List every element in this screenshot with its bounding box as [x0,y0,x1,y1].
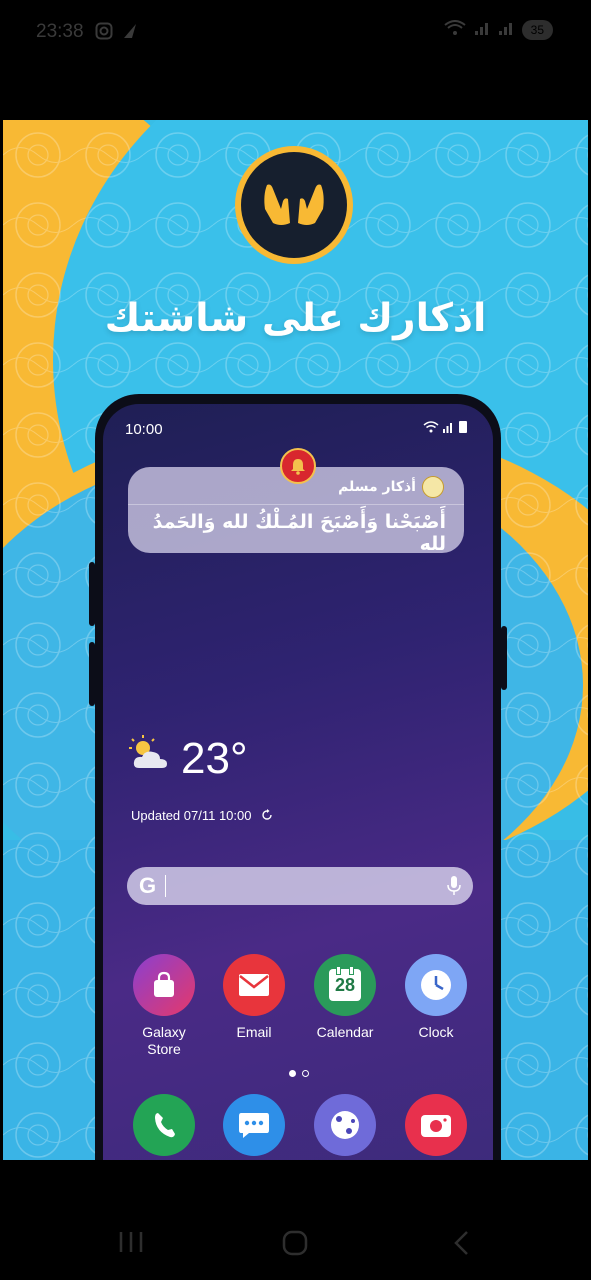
phone-time: 10:00 [125,421,163,438]
app-calendar[interactable]: 28 Calendar [305,954,385,1041]
phone-mockup: 10:00 أذكار مسلم أَصْبَحْنا وَأَصْبَحَ ا… [89,394,507,1160]
calendar-day: 28 [334,974,356,995]
phone-side-button [501,626,507,690]
mic-icon[interactable] [447,875,461,897]
notification-text: أَصْبَحْنا وَأَصْبَحَ المُـلْكُ لله وَال… [152,511,446,555]
calendar-icon: 28 [314,954,376,1016]
weather-updated-text: Updated 07/11 10:00 [131,808,252,823]
app-clock[interactable]: Clock [396,954,476,1041]
status-time: 23:38 [36,21,84,42]
instagram-icon [95,22,113,45]
home-icon[interactable] [282,1230,308,1260]
weather-updated: Updated 07/11 10:00 [131,808,273,823]
text-cursor [165,875,166,897]
app-badge-icon [422,476,444,498]
notification-header: أذكار مسلم [338,476,444,498]
app-label: Calendar [316,1024,374,1040]
recents-icon[interactable] [118,1230,144,1258]
page-dot-active [289,1070,296,1077]
envelope-icon [223,954,285,1016]
phone-side-button [89,642,95,706]
praying-hands-icon [264,184,324,225]
navigation-bar [0,1200,591,1280]
status-bar: 23:38 35 [0,0,591,68]
dock-messages[interactable] [214,1094,294,1156]
divider [128,504,464,505]
app-email[interactable]: Email [214,954,294,1041]
google-logo: G [139,873,157,898]
app-galaxy-store[interactable]: Galaxy Store [124,954,204,1058]
signal-icon [474,20,490,40]
phone-icon [133,1094,195,1156]
clock-icon [405,954,467,1016]
promo-title: اذكارك على شاشتك [104,296,487,341]
bell-icon [280,448,316,484]
wifi-icon [444,20,466,40]
back-icon[interactable] [452,1230,470,1260]
signal-icon [498,20,514,40]
app-label: Clock [418,1024,454,1040]
status-right: 35 [444,20,553,40]
dock-camera[interactable] [396,1094,476,1156]
notification-app-name: أذكار مسلم [338,479,416,495]
dock-internet[interactable] [305,1094,385,1156]
app-label: Galaxy Store [142,1024,186,1057]
camera-icon [405,1094,467,1156]
shopping-bag-icon [133,954,195,1016]
app-label: Email [236,1024,272,1040]
page-indicator [289,1070,309,1077]
internet-icon [314,1094,376,1156]
partly-cloudy-icon [127,734,175,778]
promo-banner: اذكارك على شاشتك 10:00 أذكار مسلم أَصْبَ… [3,120,588,1160]
battery-icon [459,421,467,433]
app-logo [235,146,353,264]
phone-status-icons [423,420,467,433]
dock-phone[interactable] [124,1094,204,1156]
refresh-icon[interactable] [261,809,273,821]
search-bar[interactable]: G [127,867,473,905]
phone-side-button [89,562,95,626]
wifi-icon [423,420,439,432]
send-icon [122,22,138,45]
messages-icon [223,1094,285,1156]
phone-screen: 10:00 أذكار مسلم أَصْبَحْنا وَأَصْبَحَ ا… [103,404,493,1160]
signal-icon [443,422,452,433]
battery-icon: 35 [521,20,553,40]
page-dot [302,1070,309,1077]
weather-temperature: 23° [181,734,248,783]
